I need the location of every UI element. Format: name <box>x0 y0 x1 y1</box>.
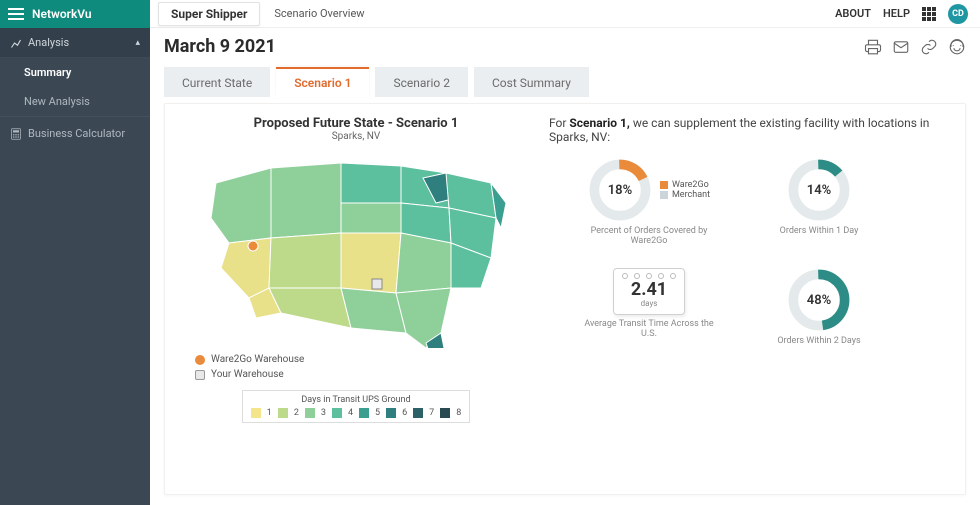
metrics-section: For Scenario 1, we can supplement the ex… <box>549 116 949 484</box>
sidebar-item-summary[interactable]: Summary <box>0 58 150 87</box>
link-icon[interactable] <box>920 38 938 56</box>
donut-legend: Ware2Go Merchant <box>660 180 710 200</box>
tab-scenario-2[interactable]: Scenario 2 <box>375 67 467 97</box>
tab-cost-summary[interactable]: Cost Summary <box>474 67 589 97</box>
menu-icon[interactable] <box>8 8 24 20</box>
topbar: Super Shipper Scenario Overview ABOUT HE… <box>150 0 980 28</box>
header-row: March 9 2021 <box>150 28 980 61</box>
brand-bar: NetworkVu <box>0 0 150 28</box>
warehouse-legend: Ware2Go Warehouse Your Warehouse <box>195 354 304 384</box>
print-icon[interactable] <box>864 38 882 56</box>
transit-swatch <box>359 408 369 418</box>
transit-swatch <box>305 408 315 418</box>
transit-swatch <box>386 408 396 418</box>
scenario-description: For Scenario 1, we can supplement the ex… <box>549 116 949 144</box>
transit-swatch <box>278 408 288 418</box>
tab-current-state[interactable]: Current State <box>164 67 270 97</box>
sidebar-item-business-calculator[interactable]: Business Calculator <box>0 116 150 150</box>
sidebar-item-label: Business Calculator <box>28 127 125 140</box>
transit-swatch <box>440 408 450 418</box>
donut-day2: 48% <box>787 268 851 332</box>
nav-about[interactable]: ABOUT <box>835 7 871 20</box>
day2-value: 48% <box>787 268 851 332</box>
sidebar-section-label: Analysis <box>28 36 69 49</box>
transit-value: 2.41 <box>631 281 667 299</box>
metric-label: Orders Within 2 Days <box>777 336 860 346</box>
calendar-card: 2.41 days <box>613 268 685 315</box>
coverage-value: 18% <box>588 158 652 222</box>
chevron-up-icon: ▴ <box>135 38 140 48</box>
apps-icon[interactable] <box>922 7 936 21</box>
metric-label: Orders Within 1 Day <box>780 226 859 236</box>
metric-transit: 2.41 days Average Transit Time Across th… <box>549 268 749 368</box>
transit-day-label: 8 <box>456 408 461 418</box>
transit-swatch <box>251 408 261 418</box>
donut-day1: 14% <box>787 158 851 222</box>
main: Super Shipper Scenario Overview ABOUT HE… <box>150 0 980 505</box>
nav-help[interactable]: HELP <box>883 7 910 20</box>
transit-unit: days <box>641 299 658 308</box>
metric-day2: 48% Orders Within 2 Days <box>749 268 889 368</box>
warehouse-pin-ware2go <box>247 240 259 252</box>
map-title: Proposed Future State - Scenario 1 <box>254 116 459 131</box>
metric-label: Average Transit Time Across the U.S. <box>579 319 719 339</box>
transit-day-label: 4 <box>348 408 353 418</box>
transit-swatch <box>413 408 423 418</box>
calculator-icon <box>10 128 22 140</box>
page-title: Scenario Overview <box>274 7 364 20</box>
transit-day-label: 1 <box>267 408 272 418</box>
metric-label: Percent of Orders Covered by Ware2Go <box>579 226 719 246</box>
donut-coverage: 18% <box>588 158 652 222</box>
tab-scenario-1[interactable]: Scenario 1 <box>276 67 369 97</box>
date-title: March 9 2021 <box>164 36 276 57</box>
header-actions <box>864 38 966 56</box>
tabs: Current State Scenario 1 Scenario 2 Cost… <box>164 67 966 97</box>
transit-legend-title: Days in Transit UPS Ground <box>251 395 462 405</box>
metric-day1: 14% Orders Within 1 Day <box>749 158 889 258</box>
support-icon[interactable] <box>948 38 966 56</box>
transit-day-label: 6 <box>402 408 407 418</box>
metric-coverage: 18% Ware2Go Merchant Percent of Orders C… <box>549 158 749 258</box>
legend-your-wh: Your Warehouse <box>211 369 284 380</box>
sidebar-section-analysis[interactable]: Analysis ▴ <box>0 28 150 58</box>
legend-ware2go: Ware2Go Warehouse <box>211 354 304 365</box>
scenario-panel: Proposed Future State - Scenario 1 Spark… <box>164 103 966 495</box>
transit-day-label: 5 <box>375 408 380 418</box>
transit-day-label: 3 <box>321 408 326 418</box>
sidebar: NetworkVu Analysis ▴ Summary New Analysi… <box>0 0 150 505</box>
day1-value: 14% <box>787 158 851 222</box>
transit-swatch <box>332 408 342 418</box>
sidebar-item-new-analysis[interactable]: New Analysis <box>0 87 150 116</box>
analysis-icon <box>10 37 22 49</box>
transit-day-label: 2 <box>294 408 299 418</box>
transit-legend: Days in Transit UPS Ground 1 2 3 4 5 6 7 8 <box>242 390 471 423</box>
brand-name: NetworkVu <box>32 7 92 21</box>
map-subtitle: Sparks, NV <box>332 131 381 142</box>
email-icon[interactable] <box>892 38 910 56</box>
map-section: Proposed Future State - Scenario 1 Spark… <box>181 116 531 484</box>
us-map <box>201 148 511 348</box>
transit-day-label: 7 <box>429 408 434 418</box>
company-selector[interactable]: Super Shipper <box>158 2 260 26</box>
avatar[interactable]: CD <box>948 4 968 24</box>
warehouse-pin-your <box>371 278 383 290</box>
